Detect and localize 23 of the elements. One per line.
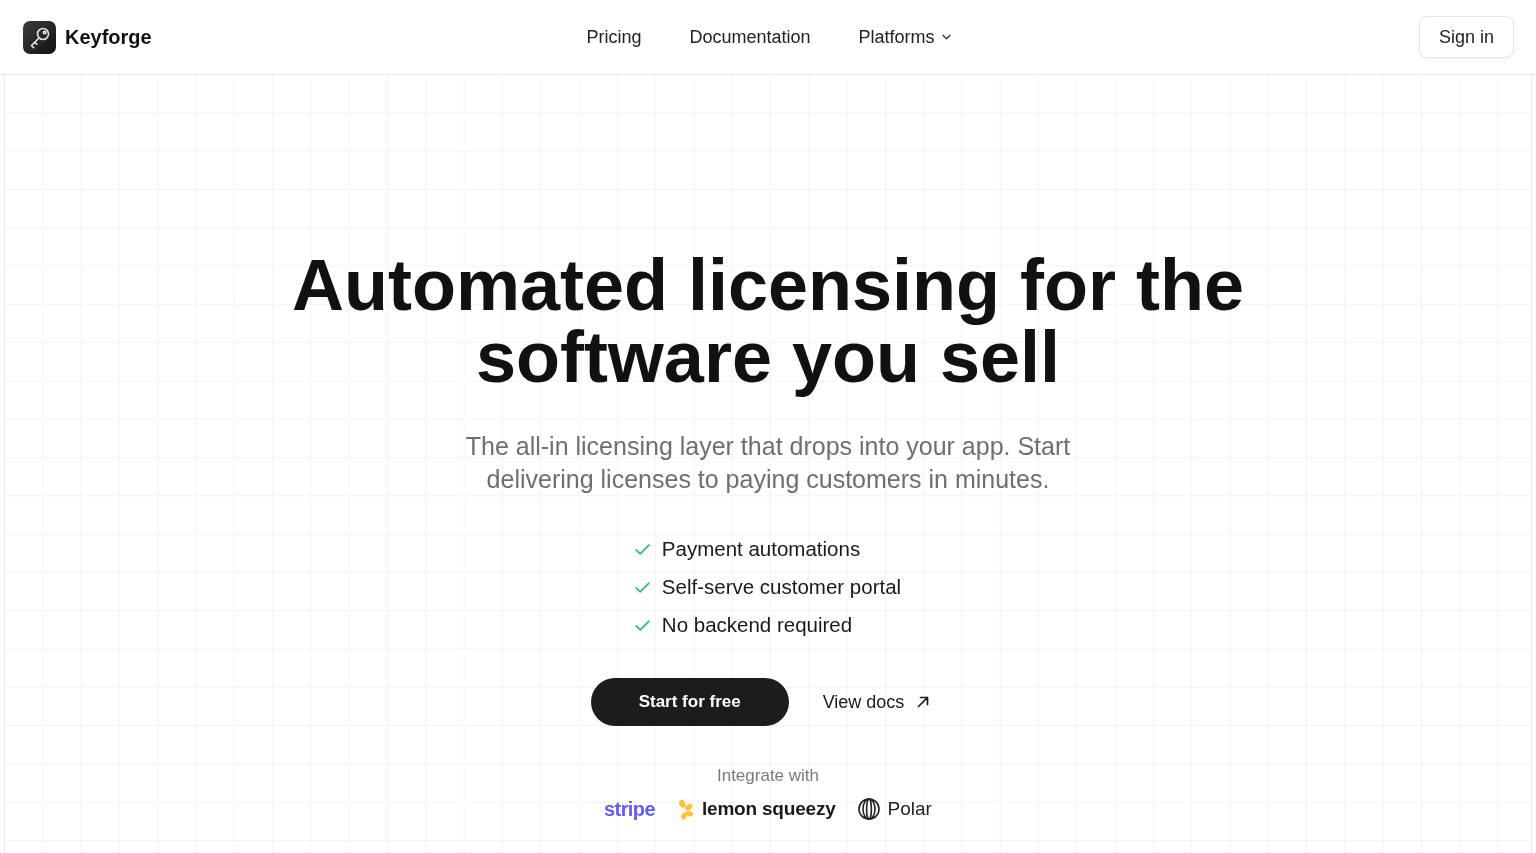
nav-link[interactable]: Pricing (586, 26, 642, 48)
partner-name: lemon squeezy (701, 798, 836, 820)
check-icon (634, 543, 650, 555)
check-icon (634, 581, 650, 593)
docs-link[interactable]: View docs (806, 678, 946, 726)
sphere-icon (857, 798, 880, 820)
chevron-down-icon (941, 34, 951, 40)
subtitle: The all-in licensing layer that drops into your app. Start delivering licenses to paying customers in minutes. (464, 431, 1072, 495)
partner-name: Polar (887, 798, 932, 820)
partner-name: stripe (604, 797, 655, 821)
feature-text: Self-serve customer portal (661, 575, 902, 599)
lemon-slice-icon (676, 798, 694, 820)
check-icon (634, 619, 650, 631)
key-icon (23, 20, 56, 54)
feature-text: Payment automations (661, 537, 861, 561)
integrate-label: Integrate with (716, 766, 820, 786)
brand-name[interactable]: Keyforge (65, 25, 152, 49)
arrow-up-right-icon (917, 696, 930, 708)
sign-in-button[interactable]: Sign in (1418, 16, 1514, 58)
nav-link[interactable]: Documentation (689, 26, 811, 48)
feature-text: No backend required (661, 613, 853, 637)
nav-dropdown[interactable]: Platforms (858, 26, 951, 48)
start-button[interactable]: Start for free (590, 678, 789, 726)
